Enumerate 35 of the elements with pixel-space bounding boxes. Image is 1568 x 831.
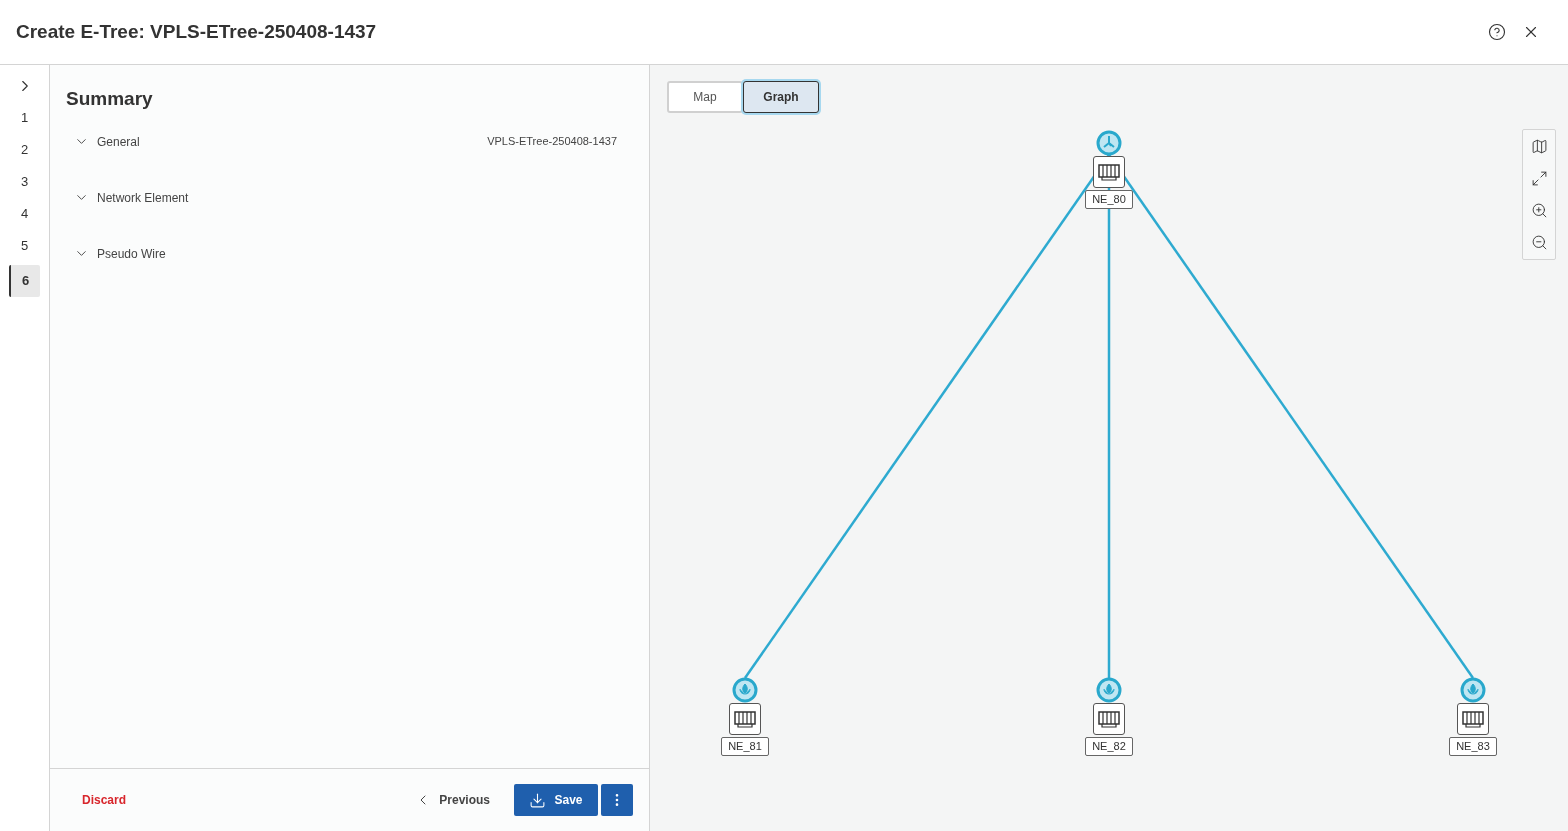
node-label: NE_82 — [1085, 737, 1133, 756]
save-button[interactable]: Save — [514, 784, 598, 816]
step-tab[interactable]: 6 — [9, 265, 40, 297]
device-icon — [1093, 703, 1125, 735]
section-value: VPLS-ETree-250408-1437 — [487, 134, 617, 150]
section-toggle[interactable]: Network Element — [74, 188, 189, 207]
summary-title: Summary — [66, 87, 154, 111]
step-tab[interactable]: 1 — [9, 105, 40, 131]
help-icon[interactable] — [1488, 23, 1506, 41]
previous-button[interactable]: Previous — [415, 791, 490, 809]
leaf-node-icon — [1460, 677, 1486, 703]
discard-button[interactable]: Discard — [66, 791, 143, 809]
device-icon — [1457, 703, 1489, 735]
device-icon — [1093, 156, 1125, 188]
hub-node-icon — [1096, 130, 1122, 156]
view-tab[interactable]: Graph — [743, 81, 819, 113]
map-icon[interactable] — [1530, 138, 1548, 155]
step-tab[interactable]: 3 — [9, 169, 40, 195]
step-tab[interactable]: 4 — [9, 201, 40, 227]
zoom-out-icon[interactable] — [1530, 234, 1548, 251]
fit-view-icon[interactable] — [1530, 170, 1548, 187]
section-toggle[interactable]: General — [74, 132, 140, 151]
zoom-in-icon[interactable] — [1530, 202, 1548, 219]
leaf-node-icon — [1096, 677, 1122, 703]
node-label: NE_81 — [721, 737, 769, 756]
leaf-node-icon — [732, 677, 758, 703]
window-title: Create E-Tree: VPLS-ETree-250408-1437 — [16, 19, 377, 44]
step-tab[interactable]: 5 — [9, 233, 40, 259]
download-icon — [529, 791, 547, 809]
step-tab[interactable]: 2 — [9, 137, 40, 163]
view-tab[interactable]: Map — [667, 81, 743, 113]
node-label: NE_83 — [1449, 737, 1497, 756]
node-label: NE_80 — [1085, 190, 1133, 209]
section-toggle[interactable]: Pseudo Wire — [74, 244, 166, 263]
device-icon — [729, 703, 761, 735]
